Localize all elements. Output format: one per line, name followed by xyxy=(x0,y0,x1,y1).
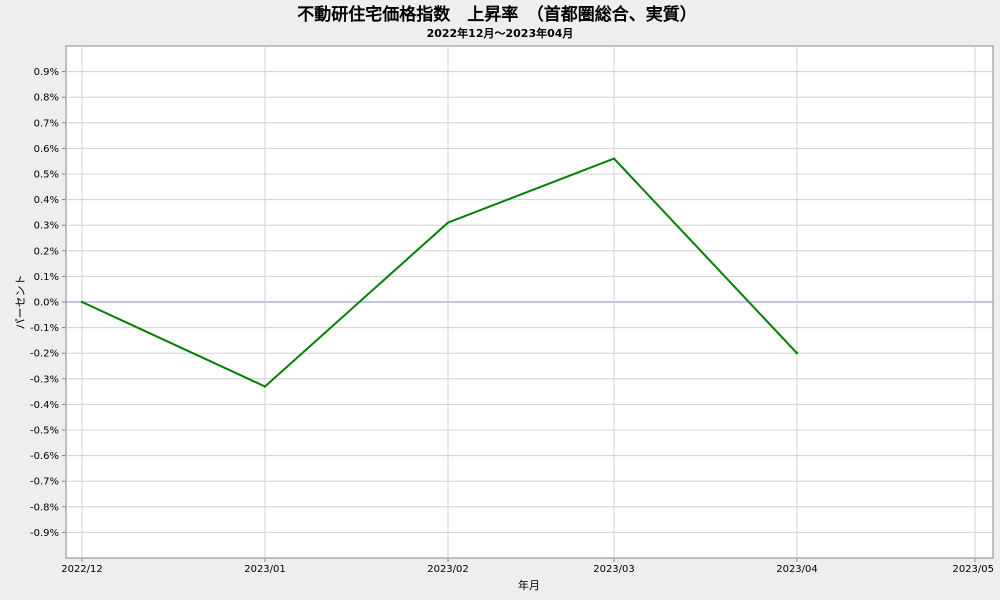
data-point xyxy=(612,157,616,160)
y-tick-label: -0.3% xyxy=(30,374,59,385)
x-tick-label: 2023/04 xyxy=(776,564,818,575)
y-tick-label: 0.2% xyxy=(34,246,59,257)
y-tick-label: 0.5% xyxy=(34,170,59,181)
y-tick-label: -0.1% xyxy=(30,323,59,334)
y-tick-label: -0.9% xyxy=(30,528,59,539)
y-tick-label: 0.6% xyxy=(34,144,59,155)
y-tick-label: 0.4% xyxy=(34,195,59,206)
x-axis-ticks: 2022/12 2023/01 2023/02 2023/03 2023/04 2023/… xyxy=(61,558,994,575)
chart-title: 不動研住宅価格指数 上昇率 （首都圏総合、実質） xyxy=(297,4,697,25)
x-tick-label: 2023/03 xyxy=(593,564,635,575)
y-tick-label: -0.8% xyxy=(30,502,59,513)
data-point xyxy=(446,221,450,224)
y-tick-label: 0.8% xyxy=(34,93,59,104)
y-tick-label: 0.0% xyxy=(34,298,59,309)
y-tick-label: 0.9% xyxy=(34,67,59,78)
chart-subtitle: 2022年12月～2023年04月 xyxy=(427,26,574,40)
data-point xyxy=(263,385,267,388)
y-tick-label: -0.7% xyxy=(30,477,59,488)
x-axis-label: 年月 xyxy=(518,578,540,592)
gridlines xyxy=(66,46,993,558)
x-tick-label: 2023/01 xyxy=(244,564,286,575)
x-tick-label: 2023/02 xyxy=(427,564,469,575)
y-tick-label: -0.2% xyxy=(30,349,59,360)
y-tick-label: -0.5% xyxy=(30,426,59,437)
y-tick-label: -0.6% xyxy=(30,451,59,462)
y-tick-label: 0.7% xyxy=(34,118,59,129)
y-tick-label: 0.1% xyxy=(34,272,59,283)
data-point xyxy=(795,352,799,355)
y-axis-label: パーセント xyxy=(14,275,27,330)
y-axis-ticks: 0.9% 0.8% 0.7% 0.6% 0.5% 0.4% 0.3% 0.2% 0.1% 0.0%… xyxy=(30,67,66,539)
x-tick-label: 2022/12 xyxy=(61,564,103,575)
y-tick-label: -0.4% xyxy=(30,400,59,411)
data-point xyxy=(80,300,84,304)
chart: 不動研住宅価格指数 上昇率 （首都圏総合、実質） 2022年12月～2023年0… xyxy=(14,4,994,592)
y-tick-label: 0.3% xyxy=(34,221,59,232)
x-tick-label: 2023/05 xyxy=(952,564,994,575)
